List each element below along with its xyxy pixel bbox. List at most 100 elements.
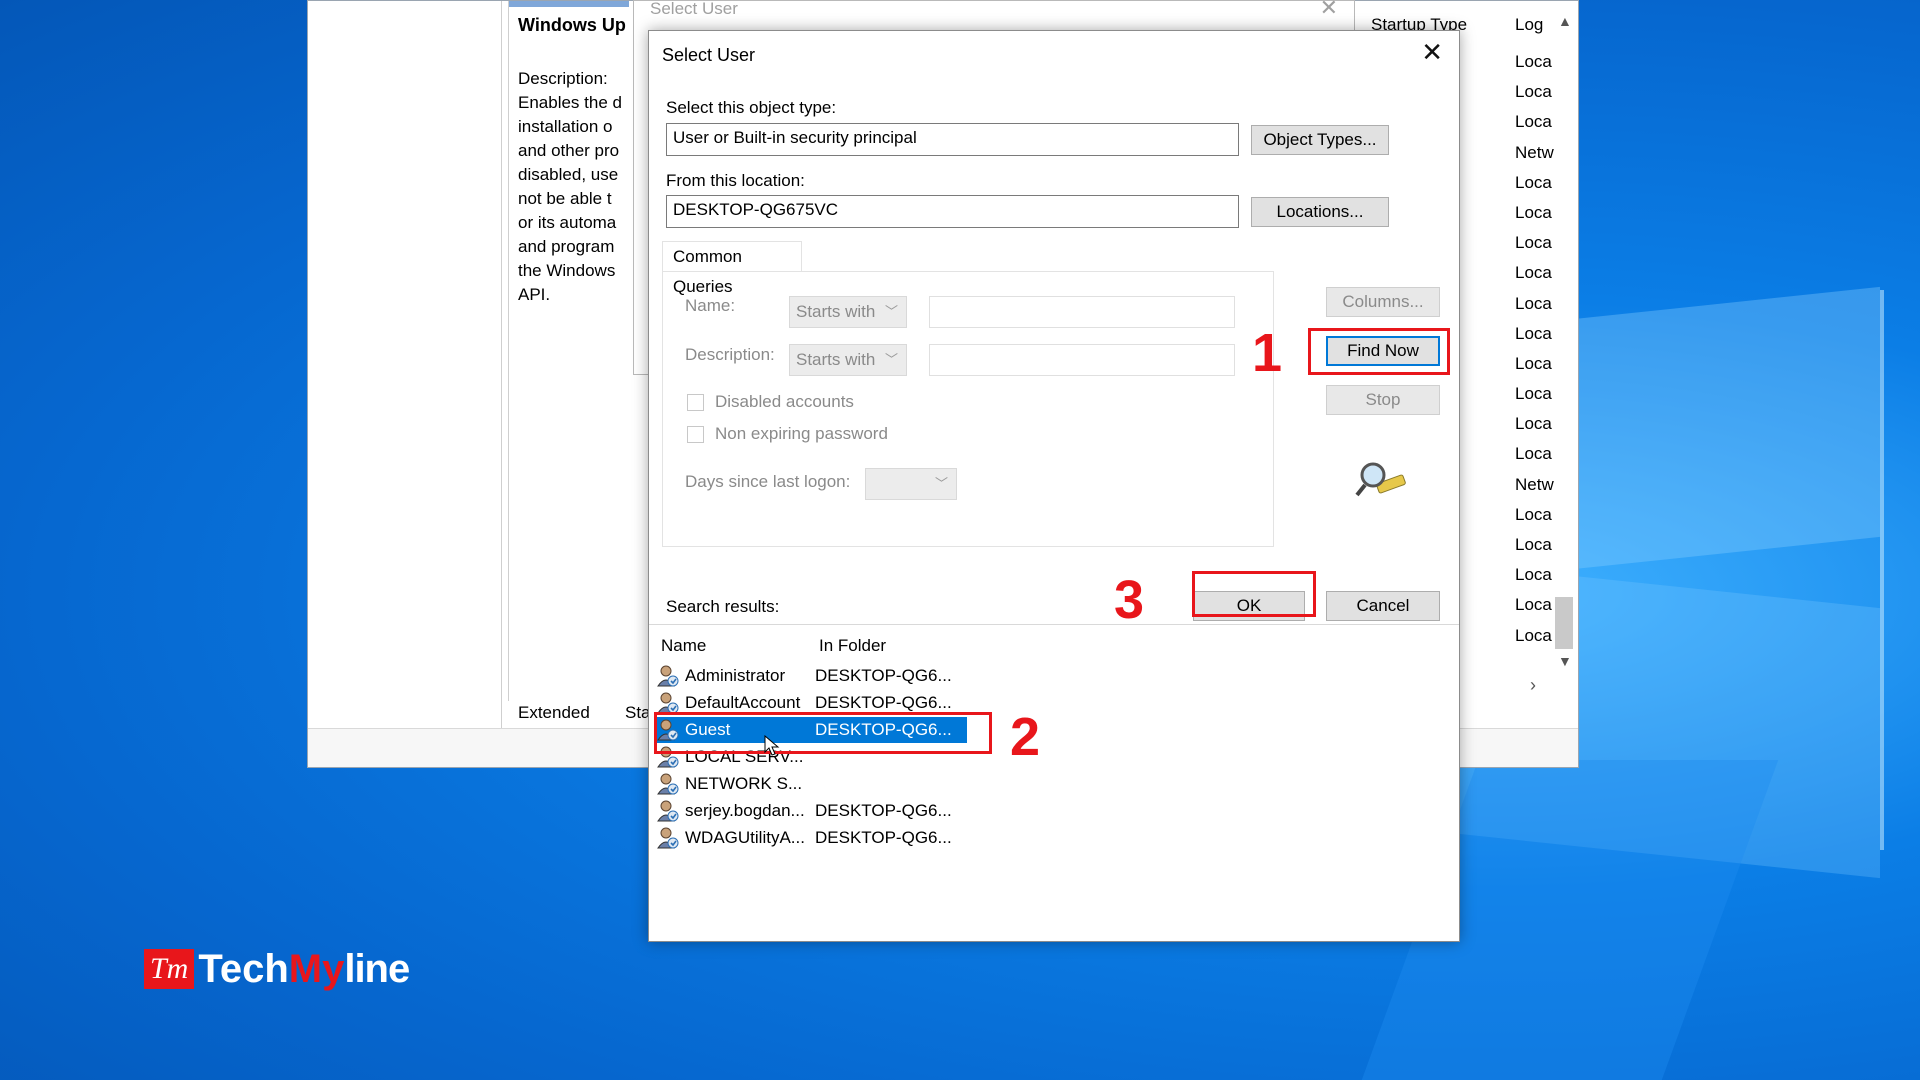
- annotation-find-now: [1308, 328, 1450, 375]
- description-label: Description:: [518, 69, 608, 88]
- scroll-up-icon[interactable]: ▲: [1558, 13, 1572, 29]
- log-on-cell: Loca: [1515, 172, 1552, 192]
- description-line: API.: [518, 285, 551, 304]
- scrollbar-thumb[interactable]: [1555, 597, 1573, 649]
- log-on-cell: Loca: [1515, 595, 1552, 615]
- dialog-title: Select User: [662, 45, 756, 65]
- search-magnifier-icon: [1355, 459, 1409, 503]
- days-since-logon-combo[interactable]: ﹀: [865, 468, 957, 500]
- chevron-down-icon: ﹀: [884, 352, 898, 367]
- log-on-cell: Loca: [1515, 263, 1552, 283]
- columns-button[interactable]: Columns...: [1326, 287, 1440, 317]
- description-line: and program: [518, 237, 615, 256]
- chevron-down-icon: ﹀: [934, 476, 948, 491]
- tab-standard[interactable]: Sta: [625, 703, 651, 723]
- non-expiring-password-checkbox[interactable]: [687, 426, 704, 443]
- disabled-accounts-checkbox[interactable]: [687, 394, 704, 411]
- chevron-down-icon: ﹀: [884, 304, 898, 319]
- pane-header-bar: [509, 1, 629, 7]
- column-log-on-as[interactable]: Log: [1515, 15, 1543, 35]
- log-on-cell: Loca: [1515, 444, 1552, 464]
- user-icon: [657, 799, 679, 823]
- description-line: installation o: [518, 117, 613, 136]
- name-filter-combo[interactable]: Starts with ﹀: [789, 296, 907, 328]
- column-name[interactable]: Name: [661, 636, 706, 656]
- description-line: the Windows: [518, 261, 616, 280]
- close-icon: ✕: [1319, 0, 1338, 20]
- techmyline-logo: Tm Tech My line: [144, 946, 410, 992]
- result-name: Administrator: [685, 666, 786, 685]
- location-label: From this location:: [666, 171, 805, 190]
- result-name: WDAGUtilityA...: [685, 828, 805, 847]
- name-label: Name:: [685, 296, 736, 315]
- result-folder: DESKTOP-QG6...: [815, 666, 952, 685]
- description-filter-combo[interactable]: Starts with ﹀: [789, 344, 907, 376]
- result-name: DefaultAccount: [685, 693, 801, 712]
- mouse-cursor-icon: [764, 734, 780, 757]
- scroll-right-icon[interactable]: ›: [1530, 675, 1536, 696]
- log-on-cell: Loca: [1515, 384, 1552, 404]
- column-in-folder[interactable]: In Folder: [819, 636, 886, 656]
- results-divider: [649, 624, 1459, 625]
- search-results-label: Search results:: [666, 597, 780, 616]
- locations-button[interactable]: Locations...: [1251, 197, 1389, 227]
- service-description: Description: Enables the d installation …: [518, 67, 628, 307]
- result-folder: DESKTOP-QG6...: [815, 801, 952, 820]
- log-on-cell: Loca: [1515, 52, 1552, 71]
- services-tree-pane: [308, 1, 502, 729]
- scroll-down-icon[interactable]: ▼: [1558, 653, 1572, 669]
- annotation-guest: [654, 712, 992, 754]
- days-since-logon-label: Days since last logon:: [685, 472, 851, 491]
- services-scrollbar[interactable]: ▲ ▼: [1551, 9, 1577, 669]
- name-filter-value: Starts with: [796, 302, 876, 321]
- logo-text-tech: Tech: [198, 946, 289, 991]
- service-title: Windows Up: [518, 15, 626, 35]
- log-on-cell: Loca: [1515, 202, 1552, 222]
- ghost-dialog-title: Select User: [650, 0, 738, 18]
- object-type-field[interactable]: User or Built-in security principal: [666, 123, 1239, 156]
- name-filter-input[interactable]: [929, 296, 1235, 328]
- log-on-cell: Loca: [1515, 112, 1552, 132]
- description-line: not be able t: [518, 189, 612, 208]
- log-on-cell: Loca: [1515, 323, 1552, 343]
- description-line: or its automa: [518, 213, 617, 232]
- object-type-label: Select this object type:: [666, 98, 837, 117]
- description-line: disabled, use: [518, 165, 619, 184]
- user-icon: [657, 772, 679, 796]
- annotation-step-1: 1: [1252, 323, 1283, 383]
- description-filter-input[interactable]: [929, 344, 1235, 376]
- logo-text-my: My: [288, 946, 345, 991]
- location-field[interactable]: DESKTOP-QG675VC: [666, 195, 1239, 228]
- cancel-button[interactable]: Cancel: [1326, 591, 1440, 621]
- disabled-accounts-label: Disabled accounts: [715, 392, 854, 411]
- select-user-dialog: Select User ✕ Select this object type: U…: [648, 30, 1460, 942]
- result-folder: DESKTOP-QG6...: [815, 828, 952, 847]
- annotation-step-2: 2: [1010, 707, 1041, 767]
- log-on-cell: Loca: [1515, 504, 1552, 524]
- description-line: Enables the d: [518, 93, 622, 112]
- log-on-cell: Loca: [1515, 414, 1552, 434]
- wallpaper-beam: [1880, 290, 1884, 850]
- log-on-cell: Loca: [1515, 82, 1552, 102]
- log-on-cell: Loca: [1515, 233, 1552, 253]
- log-on-cell: Netw: [1515, 142, 1554, 162]
- annotation-ok: [1192, 571, 1316, 617]
- log-on-cell: Loca: [1515, 353, 1552, 373]
- result-name: serjey.bogdan...: [685, 801, 805, 820]
- object-types-button[interactable]: Object Types...: [1251, 125, 1389, 155]
- tab-common-queries[interactable]: Common Queries: [662, 241, 802, 296]
- log-on-cell: Loca: [1515, 625, 1552, 645]
- user-icon: [657, 664, 679, 688]
- log-on-cell: Netw: [1515, 474, 1554, 494]
- description-line: and other pro: [518, 141, 620, 160]
- stop-button[interactable]: Stop: [1326, 385, 1440, 415]
- tab-extended[interactable]: Extended: [518, 703, 590, 723]
- non-expiring-password-label: Non expiring password: [715, 424, 888, 443]
- log-on-cell: Loca: [1515, 293, 1552, 313]
- close-icon[interactable]: ✕: [1421, 37, 1443, 68]
- logo-text-line: line: [344, 946, 410, 991]
- log-on-cell: Loca: [1515, 535, 1552, 554]
- common-queries-panel: Name: Starts with ﹀ Description: Starts …: [662, 271, 1274, 547]
- result-name: NETWORK S...: [685, 774, 803, 793]
- logo-badge: Tm: [144, 949, 195, 989]
